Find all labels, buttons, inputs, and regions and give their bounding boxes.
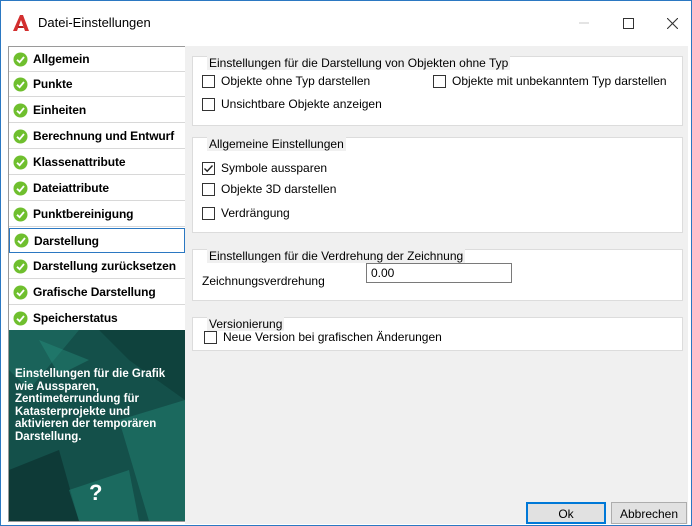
checkbox-label: Objekte ohne Typ darstellen — [221, 74, 371, 88]
checkbox-box — [433, 74, 446, 88]
close-icon — [666, 17, 678, 29]
group-title: Einstellungen für die Verdrehung der Zei… — [207, 249, 466, 263]
ok-button[interactable]: Ok — [526, 502, 606, 524]
group-title: Einstellungen für die Darstellung von Ob… — [207, 56, 511, 70]
checkbox-label: Verdrängung — [221, 206, 290, 220]
sidebar-item-punkte[interactable]: Punkte — [9, 72, 185, 97]
minimize-button[interactable] — [562, 8, 606, 38]
check-circle-icon — [13, 103, 28, 117]
check-circle-icon — [13, 311, 28, 325]
sidebar-item-label: Berechnung und Entwurf — [33, 129, 175, 143]
group-title: Versionierung — [207, 317, 285, 331]
autocad-app-icon — [13, 15, 29, 31]
new-version-checkbox[interactable]: Neue Version bei grafischen Änderungen — [204, 330, 442, 344]
group-versioning: Versionierung Neue Version bei grafische… — [192, 317, 683, 351]
show-unknown-type-checkbox[interactable]: Objekte mit unbekanntem Typ darstellen — [433, 74, 667, 88]
group-title: Allgemeine Einstellungen — [207, 137, 346, 151]
window-title: Datei-Einstellungen — [38, 15, 151, 30]
displacement-checkbox[interactable]: Verdrängung — [202, 206, 290, 220]
symbols-checkbox[interactable]: Symbole aussparen — [202, 161, 327, 175]
cancel-button[interactable]: Abbrechen — [611, 502, 687, 524]
maximize-icon — [622, 17, 634, 29]
sidebar-item-label: Darstellung zurücksetzen — [33, 259, 176, 273]
close-button[interactable] — [650, 8, 692, 38]
sidebar-item-punktbereinigung[interactable]: Punktbereinigung — [9, 202, 185, 227]
sidebar-item-einheiten[interactable]: Einheiten — [9, 98, 185, 123]
checkbox-label: Neue Version bei grafischen Änderungen — [223, 330, 442, 344]
sidebar-item-allgemein[interactable]: Allgemein — [9, 47, 185, 72]
help-panel: Einstellungen für die Grafik wie Ausspar… — [9, 330, 185, 521]
check-circle-icon — [13, 129, 28, 143]
minimize-icon — [579, 22, 589, 24]
check-circle-icon — [13, 259, 28, 273]
checkbox-box — [204, 330, 217, 344]
sidebar-item-grafische-darstellung[interactable]: Grafische Darstellung — [9, 280, 185, 305]
sidebar-item-label: Grafische Darstellung — [33, 285, 156, 299]
checkbox-label: Symbole aussparen — [221, 161, 328, 175]
sidebar-item-label: Punkte — [33, 77, 73, 91]
title-bar: Datei-Einstellungen — [0, 0, 692, 46]
sidebar-item-label: Punktbereinigung — [33, 207, 134, 221]
settings-content: Einstellungen für die Darstellung von Ob… — [185, 46, 688, 524]
checkbox-label: Objekte mit unbekanntem Typ darstellen — [452, 74, 667, 88]
rotation-input[interactable] — [366, 263, 512, 283]
show-invisible-checkbox[interactable]: Unsichtbare Objekte anzeigen — [202, 97, 382, 111]
sidebar-item-label: Allgemein — [33, 52, 90, 66]
check-circle-icon — [13, 207, 28, 221]
help-question-icon[interactable]: ? — [89, 480, 102, 506]
check-circle-icon — [13, 77, 28, 91]
sidebar-item-dateiattribute[interactable]: Dateiattribute — [9, 176, 185, 201]
sidebar-item-label: Klassenattribute — [33, 155, 126, 169]
sidebar-item-label: Speicherstatus — [33, 311, 118, 325]
sidebar-item-label: Einheiten — [33, 103, 87, 117]
checkbox-label: Objekte 3D darstellen — [221, 182, 337, 196]
maximize-button[interactable] — [606, 8, 650, 38]
group-general-settings: Allgemeine Einstellungen Symbole ausspar… — [192, 137, 683, 233]
checkbox-label: Unsichtbare Objekte anzeigen — [221, 97, 382, 111]
check-circle-icon — [14, 233, 29, 248]
checkbox-box — [202, 161, 215, 175]
sidebar-item-darstellung[interactable]: Darstellung — [9, 228, 185, 253]
check-circle-icon — [13, 155, 28, 169]
sidebar-item-speicherstatus[interactable]: Speicherstatus — [9, 306, 185, 331]
help-description: Einstellungen für die Grafik wie Ausspar… — [15, 368, 166, 443]
checkbox-box — [202, 206, 215, 220]
check-circle-icon — [13, 285, 28, 299]
sidebar-item-berechnung[interactable]: Berechnung und Entwurf — [9, 124, 185, 149]
sidebar-item-darstellung-zuruecksetzen[interactable]: Darstellung zurücksetzen — [9, 254, 185, 279]
settings-sidebar: Allgemein Punkte Einheiten Berechnung un… — [8, 46, 186, 522]
checkmark-icon — [204, 164, 214, 172]
group-untyped-objects: Einstellungen für die Darstellung von Ob… — [192, 56, 683, 126]
show-untyped-checkbox[interactable]: Objekte ohne Typ darstellen — [202, 74, 370, 88]
checkbox-box — [202, 74, 215, 88]
sidebar-item-klassenattribute[interactable]: Klassenattribute — [9, 150, 185, 175]
checkbox-box — [202, 97, 215, 111]
rotation-label: Zeichnungsverdrehung — [202, 274, 325, 288]
objects-3d-checkbox[interactable]: Objekte 3D darstellen — [202, 182, 336, 196]
check-circle-icon — [13, 181, 28, 195]
checkbox-box — [202, 182, 215, 196]
sidebar-item-label: Darstellung — [34, 233, 99, 248]
sidebar-item-label: Dateiattribute — [33, 181, 109, 195]
group-drawing-rotation: Einstellungen für die Verdrehung der Zei… — [192, 249, 683, 301]
check-circle-icon — [13, 52, 28, 66]
